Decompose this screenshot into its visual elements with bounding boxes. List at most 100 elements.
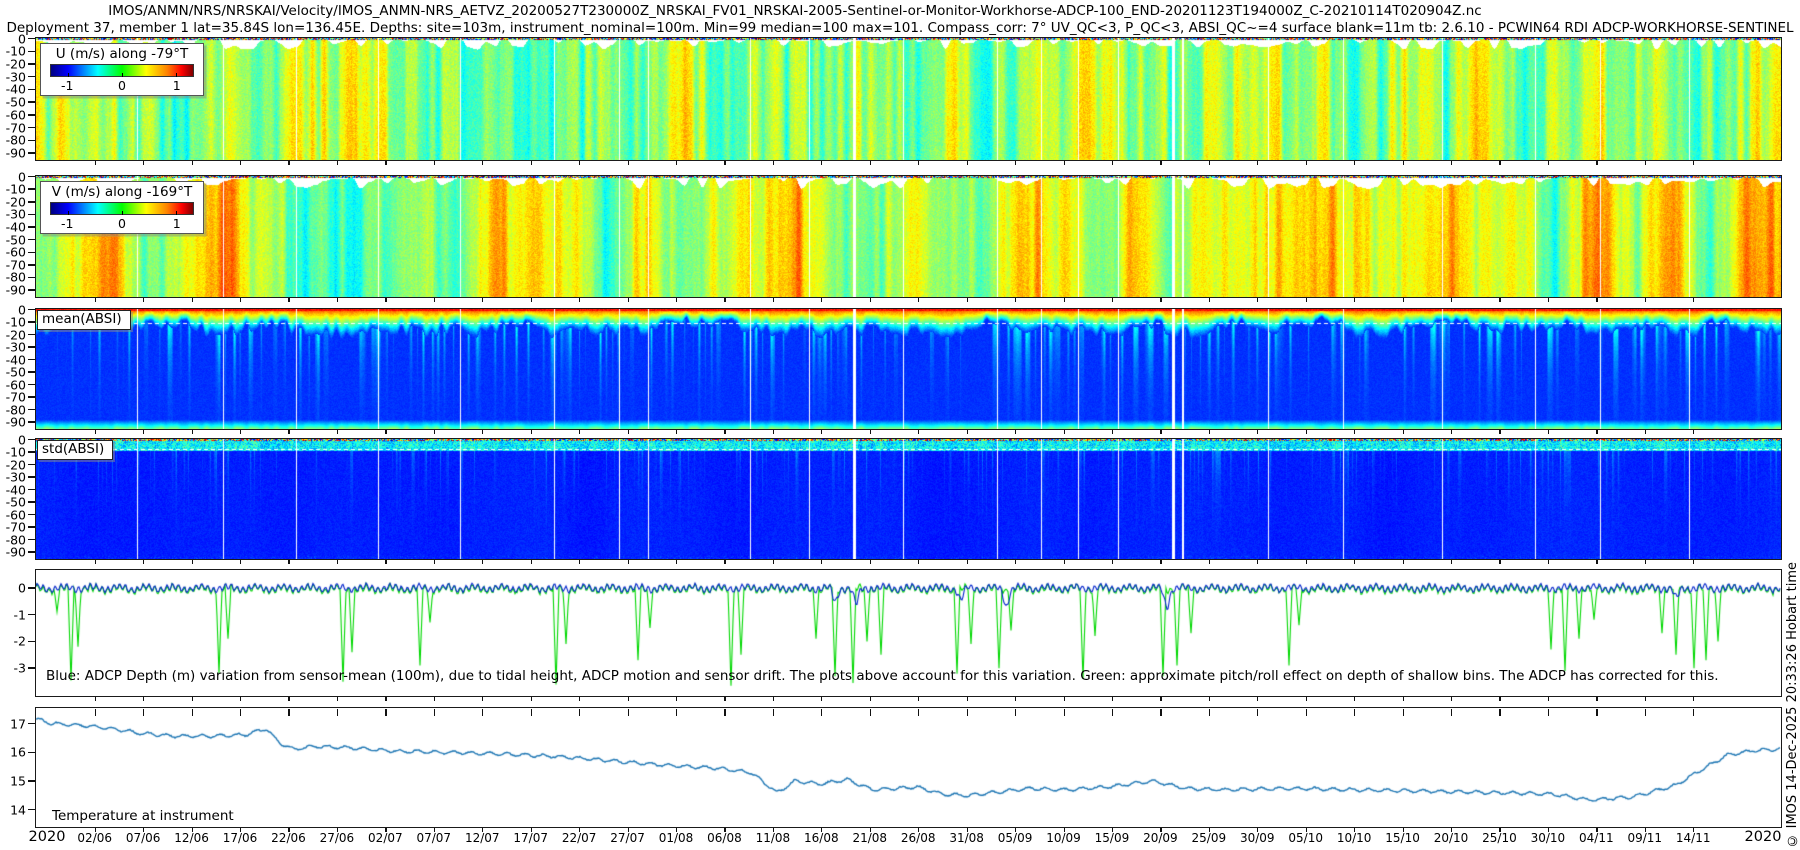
x-tick-label: 21/08 xyxy=(852,831,887,845)
x-tick-mark xyxy=(192,161,193,165)
x-tick-mark xyxy=(385,430,386,434)
x-tick-mark xyxy=(288,298,289,302)
x-tick-mark xyxy=(1596,298,1597,302)
colorbar-tick-label: 0 xyxy=(118,216,126,231)
x-tick-mark-inner xyxy=(1064,709,1065,716)
x-tick-mark xyxy=(821,560,822,564)
x-tick-mark xyxy=(918,560,919,564)
x-tick-mark-inner xyxy=(337,709,338,716)
x-tick-mark-inner xyxy=(724,709,725,716)
x-tick-label: 25/09 xyxy=(1192,831,1227,845)
x-tick-mark-inner xyxy=(1499,709,1500,716)
x-tick-label: 10/10 xyxy=(1337,831,1372,845)
x-tick-mark xyxy=(1306,430,1307,434)
x-tick-mark xyxy=(1015,161,1016,165)
x-tick-mark-inner xyxy=(676,709,677,716)
x-tick-label: 01/08 xyxy=(659,831,694,845)
x-tick-mark xyxy=(1306,560,1307,564)
y-tick-mark xyxy=(28,396,35,398)
x-tick-mark xyxy=(143,161,144,165)
x-tick-mark xyxy=(1306,697,1307,701)
x-tick-mark xyxy=(1112,298,1113,302)
x-tick-mark xyxy=(870,298,871,302)
x-tick-mark xyxy=(434,430,435,434)
x-tick-mark xyxy=(773,298,774,302)
y-tick-mark xyxy=(28,641,35,643)
x-tick-mark-inner xyxy=(1596,709,1597,716)
x-tick-mark xyxy=(1112,161,1113,165)
y-tick-label: 15 xyxy=(0,774,26,789)
x-tick-mark xyxy=(288,430,289,434)
y-tick-mark xyxy=(28,501,35,503)
y-tick-label: 17 xyxy=(0,716,26,731)
panel-std-absi: std(ABSI) xyxy=(35,438,1782,560)
x-tick-mark xyxy=(1209,298,1210,302)
x-tick-mark xyxy=(724,298,725,302)
x-tick-mark xyxy=(870,560,871,564)
x-tick-mark-inner xyxy=(870,709,871,716)
page-subtitle: Deployment 37, member 1 lat=35.84S lon=1… xyxy=(0,20,1800,36)
x-tick-mark xyxy=(288,697,289,701)
x-tick-mark xyxy=(240,298,241,302)
x-axis-year-right: 2020 xyxy=(1745,829,1782,845)
x-tick-mark xyxy=(1499,161,1500,165)
x-tick-mark-inner xyxy=(531,709,532,716)
y-tick-mark xyxy=(28,277,35,279)
x-tick-mark xyxy=(434,298,435,302)
x-tick-mark xyxy=(1693,298,1694,302)
x-tick-mark-inner xyxy=(1645,709,1646,716)
x-tick-mark xyxy=(385,697,386,701)
y-tick-mark xyxy=(28,614,35,616)
x-tick-mark xyxy=(1160,560,1161,564)
x-tick-mark xyxy=(1499,430,1500,434)
x-tick-label: 22/07 xyxy=(562,831,597,845)
x-tick-label: 02/07 xyxy=(368,831,403,845)
y-tick-mark xyxy=(28,723,35,725)
legend-u-velocity: U (m/s) along -79°T -101 xyxy=(40,43,204,96)
x-tick-mark xyxy=(628,161,629,165)
x-tick-mark-inner xyxy=(143,709,144,716)
x-tick-mark xyxy=(870,161,871,165)
x-tick-mark xyxy=(967,697,968,701)
x-tick-mark-inner xyxy=(1693,709,1694,716)
x-tick-mark xyxy=(192,430,193,434)
x-tick-mark xyxy=(531,560,532,564)
x-tick-mark xyxy=(676,560,677,564)
x-tick-mark xyxy=(1257,161,1258,165)
x-tick-mark xyxy=(95,430,96,434)
x-tick-mark xyxy=(240,560,241,564)
x-tick-mark xyxy=(1548,560,1549,564)
y-tick-mark xyxy=(28,127,35,129)
x-tick-mark xyxy=(482,430,483,434)
y-tick-mark xyxy=(28,587,35,589)
x-tick-mark xyxy=(143,430,144,434)
panel-v-velocity: V (m/s) along -169°T -101 xyxy=(35,175,1782,298)
x-tick-mark xyxy=(967,161,968,165)
x-tick-mark xyxy=(482,697,483,701)
x-tick-mark xyxy=(240,430,241,434)
x-tick-label: 16/08 xyxy=(804,831,839,845)
x-tick-mark xyxy=(385,161,386,165)
y-tick-mark xyxy=(28,264,35,266)
y-tick-mark xyxy=(28,809,35,811)
x-tick-mark xyxy=(482,161,483,165)
x-tick-mark xyxy=(1015,697,1016,701)
colorbar-tick-label: -1 xyxy=(61,216,73,231)
std-absi-label: std(ABSI) xyxy=(37,440,113,460)
x-tick-label: 27/06 xyxy=(320,831,355,845)
x-tick-mark xyxy=(531,430,532,434)
page-title: IMOS/ANMN/NRS/NRSKAI/Velocity/IMOS_ANMN-… xyxy=(0,3,1590,19)
y-tick-mark xyxy=(28,76,35,78)
x-tick-mark xyxy=(1403,430,1404,434)
y-tick-mark xyxy=(28,489,35,491)
x-tick-mark xyxy=(1548,430,1549,434)
x-tick-mark-inner xyxy=(385,709,386,716)
y-tick-mark xyxy=(28,321,35,323)
y-tick-label: -1 xyxy=(0,607,26,622)
colorbar-tick-label: 1 xyxy=(173,78,181,93)
x-tick-mark xyxy=(1548,298,1549,302)
x-tick-mark xyxy=(240,697,241,701)
x-tick-mark xyxy=(773,430,774,434)
y-tick-mark xyxy=(28,539,35,541)
y-tick-label: -90 xyxy=(0,146,26,161)
